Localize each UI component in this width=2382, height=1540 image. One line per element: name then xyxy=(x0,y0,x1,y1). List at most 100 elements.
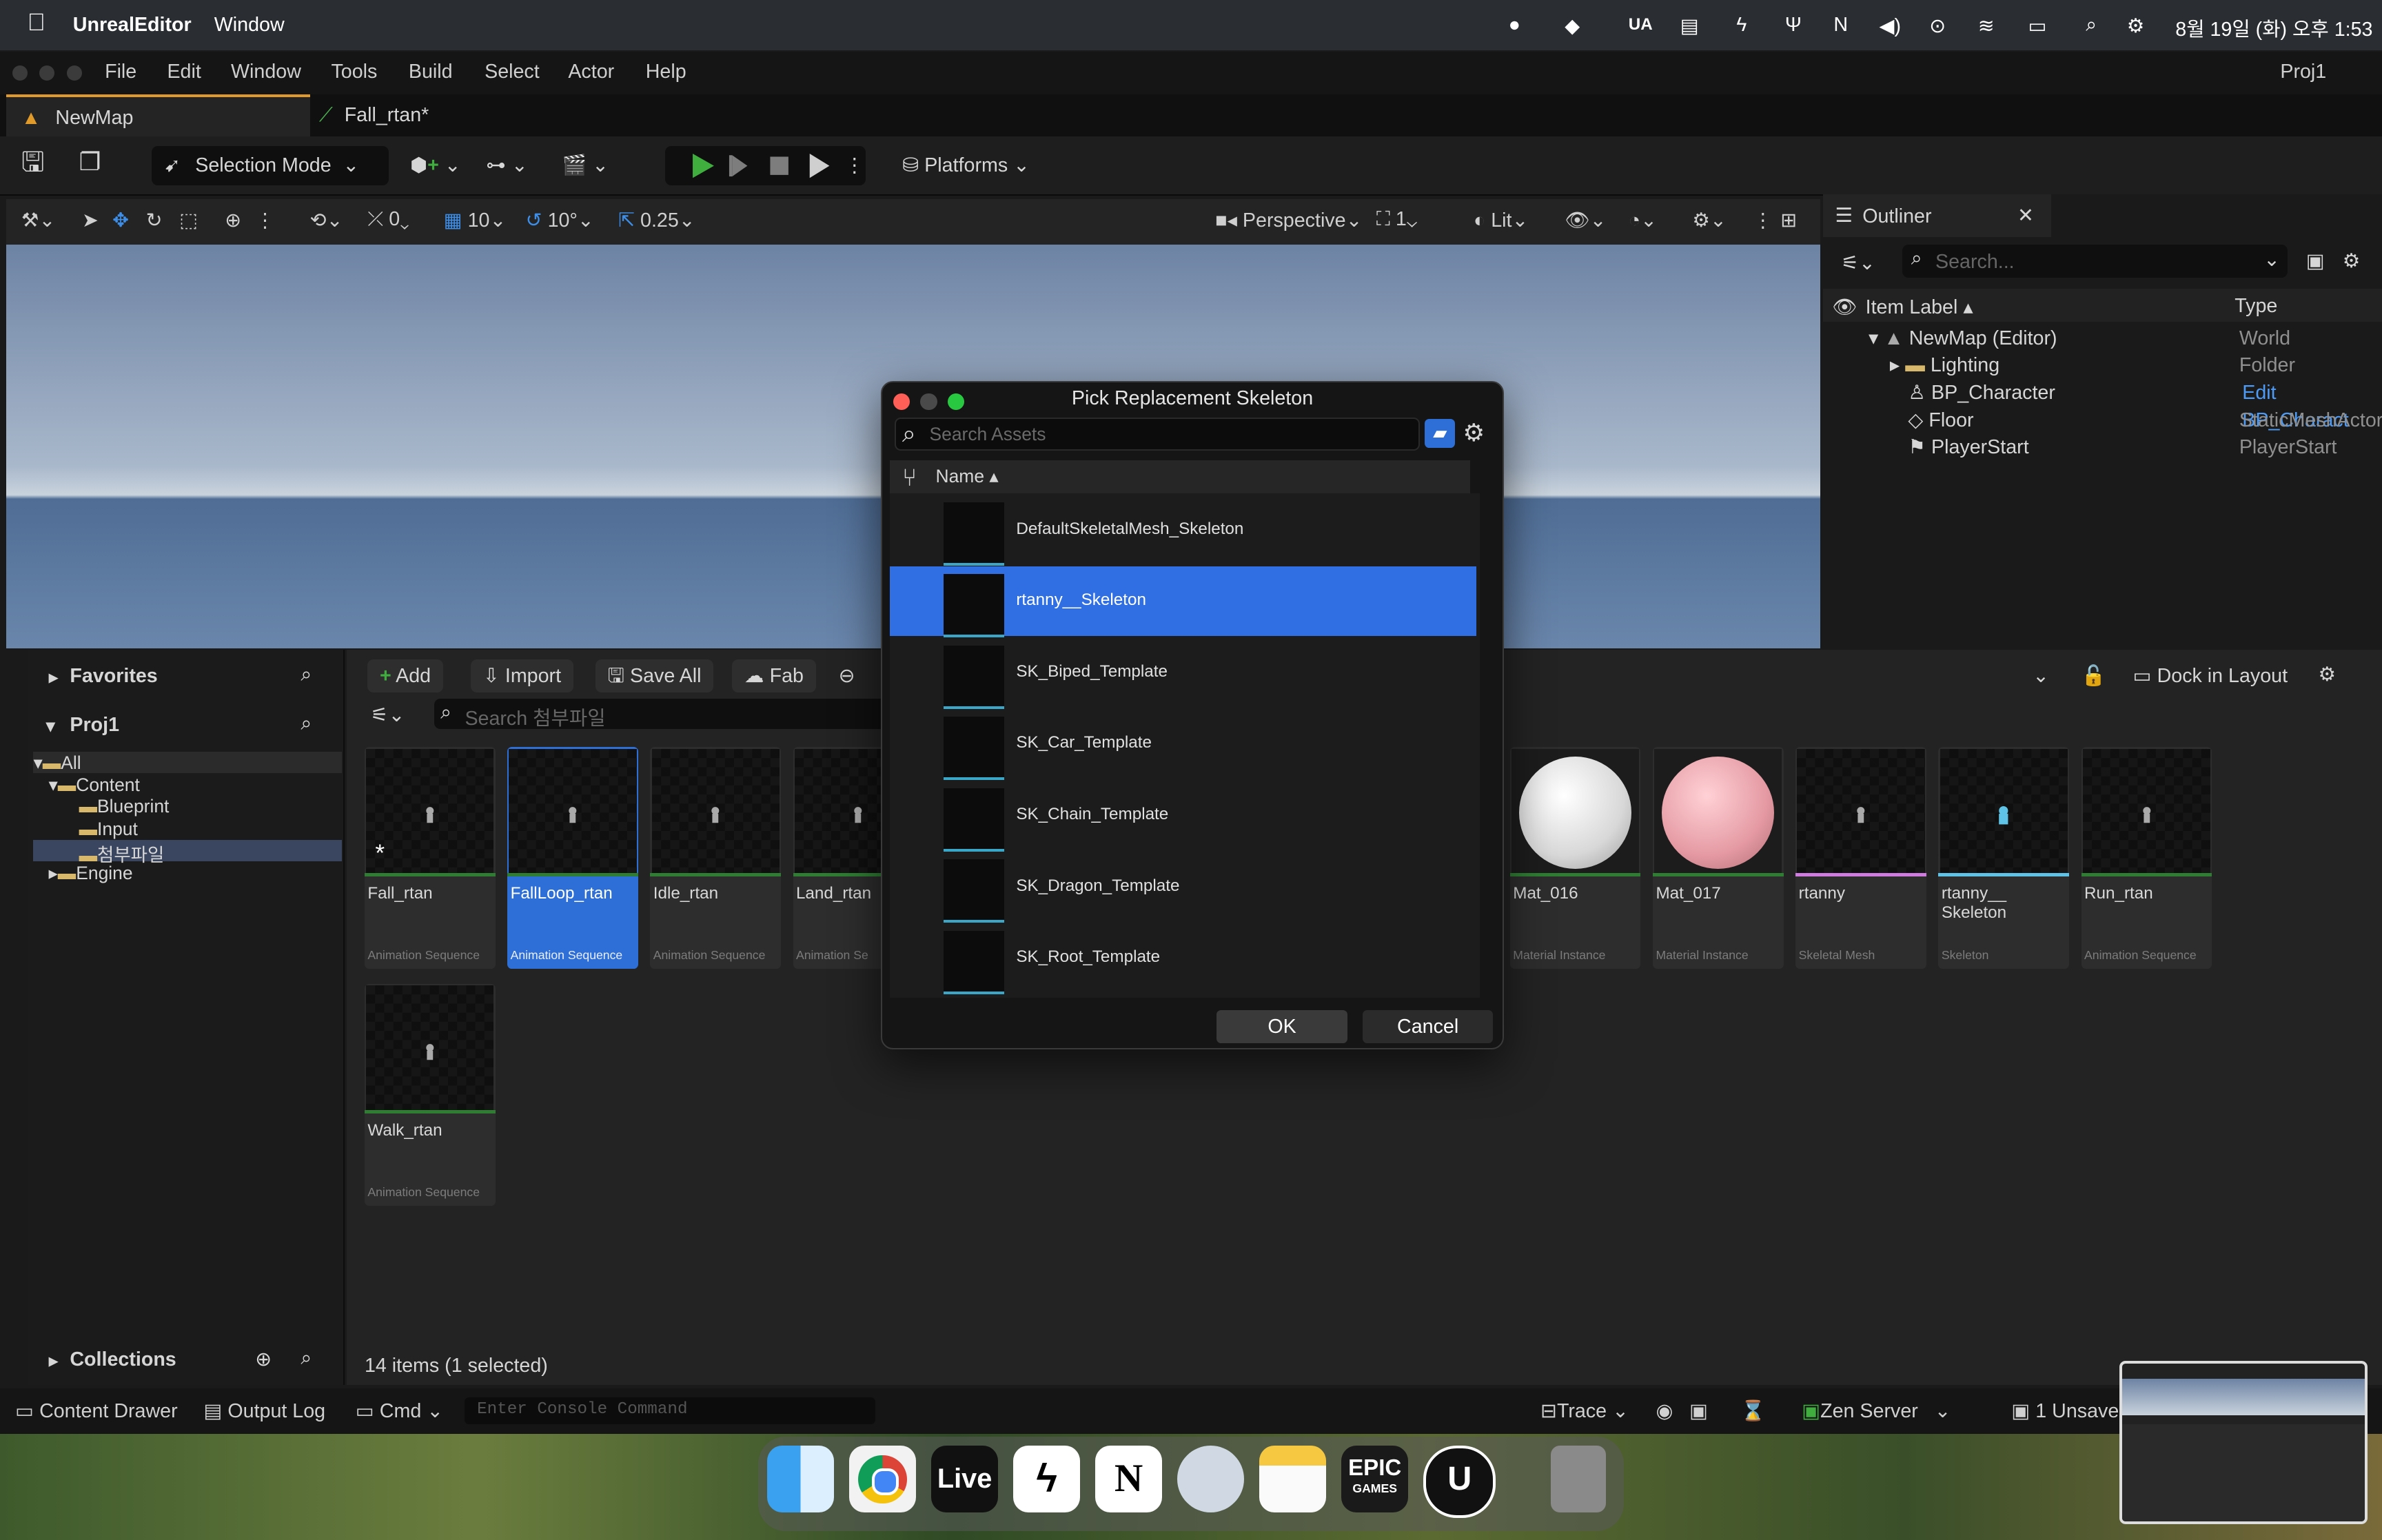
tab-newmap[interactable]: ▲ NewMap xyxy=(6,94,310,140)
unreal-engine-icon[interactable]: U xyxy=(1423,1446,1496,1519)
selection-mode-dropdown[interactable]: ➹ Selection Mode ⌄ xyxy=(152,145,389,185)
favorites-section[interactable]: ▸ Favorites ⌕ xyxy=(28,656,343,695)
lock-icon[interactable]: 🔓 xyxy=(2081,664,2106,688)
content-drawer-button[interactable]: ▭ Content Drawer xyxy=(15,1399,178,1423)
menu-actor[interactable]: Actor xyxy=(568,61,614,83)
add-collection-icon[interactable]: ⊕ xyxy=(255,1347,272,1371)
gear-icon[interactable]: ⚙ xyxy=(2318,662,2336,686)
menu-help[interactable]: Help xyxy=(646,61,686,83)
tree-item-engine[interactable]: ▸▬Engine xyxy=(49,863,133,884)
stats-icon[interactable]: ▣ xyxy=(1689,1399,1708,1423)
output-log-button[interactable]: ▤ Output Log xyxy=(203,1399,325,1423)
surface-snap-icon[interactable]: ⟲⌄ xyxy=(310,208,343,232)
scale-icon[interactable]: ⬚ xyxy=(179,208,198,232)
asset-search-input[interactable]: ⌕ Search Assets xyxy=(895,417,1421,451)
visibility-icon[interactable]: 👁 xyxy=(1832,295,1857,319)
status-vpn-icon[interactable]: ◆ xyxy=(1565,14,1580,38)
move-gizmo-icon[interactable]: ✥ xyxy=(112,208,129,232)
asset-tile[interactable]: Idle_rtan Animation Sequence xyxy=(650,747,781,969)
asset-tile[interactable]: Mat_017 Material Instance xyxy=(1653,747,1784,969)
volume-icon[interactable]: ◀) xyxy=(1879,14,1901,38)
scale-snap-button[interactable]: ⇱ 0.25⌄ xyxy=(618,208,695,232)
save-icon[interactable]: 🖫 xyxy=(21,143,45,182)
close-icon[interactable]: ✕ xyxy=(2017,203,2034,227)
col-item-label[interactable]: Item Label ▴ xyxy=(1866,295,1973,319)
show-flags-icon[interactable]: 👁⌄ xyxy=(1565,208,1606,232)
status-tools-icon[interactable]: Ψ xyxy=(1785,14,1802,37)
project-section[interactable]: ▾ Proj1 ⌕ xyxy=(28,705,343,744)
world-local-icon[interactable]: ⊕ xyxy=(225,208,241,232)
filter-icon[interactable]: ⚟⌄ xyxy=(1841,251,1875,275)
tree-item-attachments[interactable]: ▬첨부파일 xyxy=(33,839,342,865)
tab-fall-rtan[interactable]: ⟋ Fall_rtan* xyxy=(304,94,444,137)
add-button[interactable]: + Add xyxy=(367,659,443,693)
control-center-icon[interactable]: ⚙ xyxy=(2127,14,2145,38)
app-menu[interactable]: UnrealEditor xyxy=(73,14,192,37)
rotation-snap-button[interactable]: ⤫ 0⌄ xyxy=(367,208,409,231)
derived-data-icon[interactable]: ⌛ xyxy=(1741,1399,1766,1423)
unsaved-button[interactable]: ▣ 1 Unsave xyxy=(2011,1399,2119,1423)
play-options-icon[interactable]: ⋮ xyxy=(844,146,864,185)
console-input[interactable]: Enter Console Command xyxy=(465,1397,875,1425)
finder-icon[interactable] xyxy=(767,1446,835,1513)
performance-icon[interactable]: ◔⌄ xyxy=(1629,208,1657,232)
status-bolt-icon[interactable]: ϟ xyxy=(1736,14,1747,37)
import-button[interactable]: ⇩ Import xyxy=(471,659,573,693)
add-actor-button[interactable]: ⬢+ ⌄ xyxy=(410,146,461,185)
list-row[interactable]: SK_Root_Template xyxy=(890,923,1476,995)
apple-icon[interactable]:  xyxy=(28,9,45,37)
viewport-options-icon[interactable]: ⋮ xyxy=(1753,208,1773,232)
outliner-tab[interactable]: ☰ Outliner ✕ xyxy=(1822,194,2051,237)
blueprint-button[interactable]: ⊶ ⌄ xyxy=(486,146,528,185)
ok-button[interactable]: OK xyxy=(1217,1009,1347,1043)
gear-icon[interactable]: ⚙ xyxy=(2343,249,2361,273)
folder-view-button[interactable]: ▰ xyxy=(1425,419,1456,448)
viewport-more-icon[interactable]: ⋮ xyxy=(255,208,275,232)
add-folder-icon[interactable]: ▣ xyxy=(2306,249,2325,273)
asset-search-input[interactable]: ⌕ Search 첨부파일 xyxy=(434,698,890,730)
zen-server-dropdown[interactable]: ▣Zen Server ⌄ xyxy=(1802,1399,1951,1423)
tree-item-input[interactable]: ▬Input xyxy=(79,819,138,840)
battery-icon[interactable]: ▭ xyxy=(2028,14,2046,38)
source-control-icon[interactable]: ❐ xyxy=(79,143,101,182)
col-name[interactable]: Name ▴ xyxy=(936,466,999,487)
fab-button[interactable]: ☁ Fab xyxy=(732,659,816,693)
asset-tile[interactable]: * Fall_rtan Animation Sequence xyxy=(364,747,496,969)
rotate-icon[interactable]: ↻ xyxy=(146,208,163,232)
list-row[interactable]: SK_Biped_Template xyxy=(890,637,1476,709)
input-source[interactable]: UA xyxy=(1629,15,1653,34)
lit-dropdown[interactable]: ◐ Lit⌄ xyxy=(1474,208,1529,232)
col-type[interactable]: Type xyxy=(2235,295,2277,318)
outliner-row[interactable]: ◇ Floor xyxy=(1908,407,1973,435)
menu-file[interactable]: File xyxy=(105,61,136,83)
notes-icon[interactable] xyxy=(1259,1446,1327,1513)
platforms-dropdown[interactable]: ⛁ Platforms ⌄ xyxy=(902,146,1030,185)
cmd-dropdown[interactable]: ▭ Cmd ⌄ xyxy=(356,1399,443,1423)
collections-section[interactable]: ▸ Collections ⊕ ⌕ xyxy=(28,1339,343,1379)
angle-snap-button[interactable]: ↺ 10°⌄ xyxy=(526,208,594,232)
trace-dropdown[interactable]: ⊟Trace ⌄ xyxy=(1540,1399,1629,1423)
menu-window[interactable]: Window xyxy=(231,61,301,83)
outliner-row[interactable]: ⚑ PlayerStart xyxy=(1908,434,2028,462)
play-status-icon[interactable]: ⊙ xyxy=(1929,14,1946,38)
menu-edit[interactable]: Edit xyxy=(167,61,201,83)
camera-count-dropdown[interactable]: ⛶ 1⌄ xyxy=(1376,208,1417,231)
epic-games-icon[interactable]: EPIC GAMES xyxy=(1341,1446,1409,1513)
edit-blueprint-link[interactable]: Edit BP_Charact xyxy=(2242,380,2382,431)
notion-icon[interactable]: N xyxy=(1095,1446,1163,1513)
select-arrow-icon[interactable]: ➤ xyxy=(82,208,99,232)
list-row[interactable]: SK_Chain_Template xyxy=(890,781,1476,852)
cinematics-button[interactable]: 🎬 ⌄ xyxy=(562,146,609,185)
screenshot-preview[interactable] xyxy=(2119,1360,2368,1525)
window-menu[interactable]: Window xyxy=(214,14,285,37)
tree-item-blueprint[interactable]: ▬Blueprint xyxy=(79,796,170,817)
tree-item-all[interactable]: ▾▬All xyxy=(33,752,342,773)
filter-icon[interactable]: ⚟⌄ xyxy=(371,703,405,727)
tree-item-content[interactable]: ▾▬Content xyxy=(49,774,140,796)
clock[interactable]: 8월 19일 (화) 오후 1:53 xyxy=(2175,14,2372,42)
search-icon[interactable]: ⌕ xyxy=(301,664,312,686)
shortcut-app-icon[interactable]: ϟ xyxy=(1013,1446,1081,1513)
menu-select[interactable]: Select xyxy=(485,61,540,83)
outliner-search[interactable]: ⌕ Search... ⌄ xyxy=(1902,244,2288,278)
dock-in-layout-button[interactable]: ▭ Dock in Layout xyxy=(2133,664,2288,688)
